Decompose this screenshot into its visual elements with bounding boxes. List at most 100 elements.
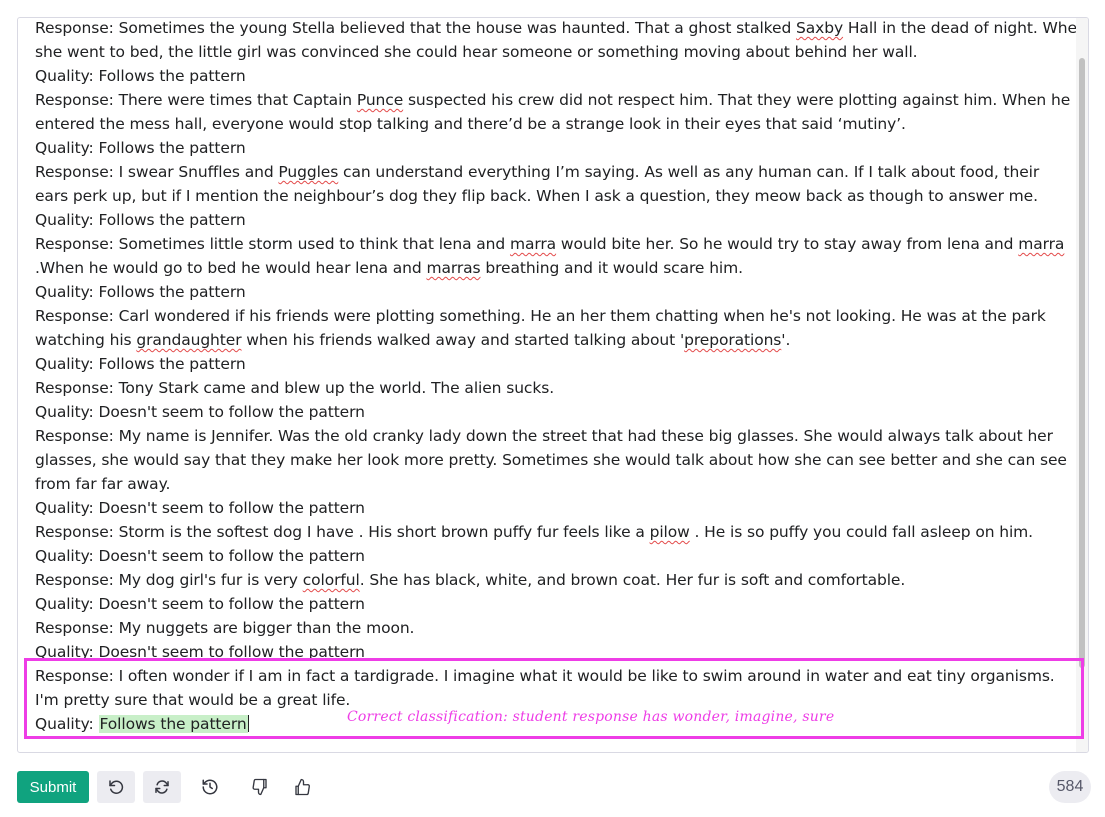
text-segment: . He is so puffy you could fall asleep o… [689,523,1034,541]
misspelled-word: grandaughter [136,331,242,349]
text-segment: breathing and it would scare him. [480,259,743,277]
text-segment: Response: My nuggets are bigger than the… [35,619,415,637]
text-segment: Response: There were times that Captain [35,91,357,109]
response-line: watching his grandaughter when his frien… [35,328,1074,352]
text-cursor [247,715,249,732]
example-entry: Response: Tony Stark came and blew up th… [35,376,1074,424]
misspelled-word: marras [426,259,481,277]
undo-button[interactable] [97,771,135,803]
example-entry: Response: My nuggets are bigger than the… [35,616,1074,664]
quality-line: Quality: Follows the pattern [35,208,1074,232]
example-entry: Response: Carl wondered if his friends w… [35,304,1074,376]
misspelled-word: Saxby [796,19,844,37]
response-line: Response: My name is Jennifer. Was the o… [35,424,1074,448]
example-entry: Response: I swear Snuffles and Puggles c… [35,160,1074,232]
text-segment: Response: Tony Stark came and blew up th… [35,379,555,397]
example-entry: Response: Storm is the softest dog I hav… [35,520,1074,568]
submit-button[interactable]: Submit [17,771,89,803]
generated-completion: Follows the pattern [98,715,248,733]
text-segment: from far far away. [35,475,171,493]
quality-line: Quality: Doesn't seem to follow the patt… [35,496,1074,520]
text-segment: '. [781,331,791,349]
text-segment: ears perk up, but if I mention the neigh… [35,187,1038,205]
text-segment: Response: My dog girl's fur is very [35,571,303,589]
token-count-badge: 584 [1049,771,1091,803]
response-line: Response: There were times that Captain … [35,88,1074,112]
text-segment: Quality: Doesn't seem to follow the patt… [35,643,365,661]
text-segment: Quality: Doesn't seem to follow the patt… [35,595,365,613]
text-segment: she went to bed, the little girl was con… [35,43,918,61]
misspelled-word: preporations [684,331,782,349]
text-segment: .When he would go to bed he would hear l… [35,259,427,277]
text-segment: Hall in the dead of night. When [843,19,1087,37]
history-icon [202,779,218,795]
text-segment: Quality: Doesn't seem to follow the patt… [35,403,365,421]
text-segment: Quality: Follows the pattern [35,355,246,373]
text-segment: when his friends walked away and started… [241,331,685,349]
misspelled-word: marra [1018,235,1065,253]
response-line: Response: Storm is the softest dog I hav… [35,520,1074,544]
quality-line: Quality: Doesn't seem to follow the patt… [35,640,1074,664]
scrollbar[interactable] [1076,18,1088,752]
text-segment: Response: My name is Jennifer. Was the o… [35,427,1053,445]
prompt-editor[interactable]: Response: Sometimes the young Stella bel… [17,17,1089,753]
response-line: Response: Sometimes little storm used to… [35,232,1074,256]
text-segment: Quality: Follows the pattern [35,67,246,85]
text-segment: entered the mess hall, everyone would st… [35,115,906,133]
scrollbar-thumb[interactable] [1079,58,1085,668]
example-entry: Response: My dog girl's fur is very colo… [35,568,1074,616]
final-response-line: Response: I often wonder if I am in fact… [35,667,1055,685]
text-segment: watching his [35,331,137,349]
quality-line: Quality: Follows the pattern [35,352,1074,376]
text-segment: glasses, she would say that they make he… [35,451,1067,469]
text-segment: Quality: Doesn't seem to follow the patt… [35,499,365,517]
misspelled-word: Puggles [278,163,339,181]
response-line: Response: Sometimes the young Stella bel… [35,18,1087,40]
text-segment: Response: Storm is the softest dog I hav… [35,523,650,541]
example-entry: Response: Sometimes the young Stella bel… [35,18,1087,88]
history-button[interactable] [191,771,229,803]
text-segment: Quality: Doesn't seem to follow the patt… [35,547,365,565]
misspelled-word: colorful [302,571,360,589]
quality-line: Quality: Doesn't seem to follow the patt… [35,400,1074,424]
thumbs-up-button[interactable] [283,771,321,803]
final-entry[interactable]: Response: I often wonder if I am in fact… [35,664,1055,736]
text-segment: Response: Sometimes the young Stella bel… [35,19,797,37]
text-segment: Response: I swear Snuffles and [35,163,279,181]
text-segment: suspected his crew did not respect him. … [403,91,1071,109]
text-segment: Quality: Follows the pattern [35,139,246,157]
response-line: from far far away. [35,472,1074,496]
misspelled-word: Punce [356,91,404,109]
response-line: Response: My nuggets are bigger than the… [35,616,1074,640]
quality-line: Quality: Doesn't seem to follow the patt… [35,592,1074,616]
response-line: Response: My dog girl's fur is very colo… [35,568,1074,592]
example-entry: Response: Sometimes little storm used to… [35,232,1074,304]
response-line: Response: Carl wondered if his friends w… [35,304,1074,328]
quality-line: Quality: Follows the pattern [35,64,1074,88]
thumbs-down-icon [252,778,267,796]
response-line: Response: Tony Stark came and blew up th… [35,376,1074,400]
response-line: entered the mess hall, everyone would st… [35,112,1074,136]
undo-icon [109,780,124,794]
text-segment: Quality: Follows the pattern [35,211,246,229]
text-segment: Quality: Follows the pattern [35,283,246,301]
misspelled-word: pilow [649,523,690,541]
quality-line: Quality: Doesn't seem to follow the patt… [35,544,1074,568]
response-line: ears perk up, but if I mention the neigh… [35,184,1074,208]
response-line: she went to bed, the little girl was con… [35,40,1074,64]
response-line: .When he would go to bed he would hear l… [35,256,1074,280]
regenerate-button[interactable] [143,771,181,803]
quality-prefix: Quality: [35,715,99,733]
misspelled-word: marra [509,235,557,253]
quality-line: Quality: Follows the pattern [35,136,1074,160]
text-segment: can understand everything I’m saying. As… [338,163,1040,181]
example-entry: Response: There were times that Captain … [35,88,1074,160]
text-segment: Response: Carl wondered if his friends w… [35,307,1046,325]
regenerate-icon [155,780,169,794]
example-entry: Response: My name is Jennifer. Was the o… [35,424,1074,520]
quality-line: Quality: Follows the pattern [35,280,1074,304]
response-line: glasses, she would say that they make he… [35,448,1074,472]
thumbs-down-button[interactable] [241,771,279,803]
prompt-text[interactable]: Response: Sometimes the young Stella bel… [18,18,1087,664]
text-segment: . She has black, white, and brown coat. … [359,571,906,589]
